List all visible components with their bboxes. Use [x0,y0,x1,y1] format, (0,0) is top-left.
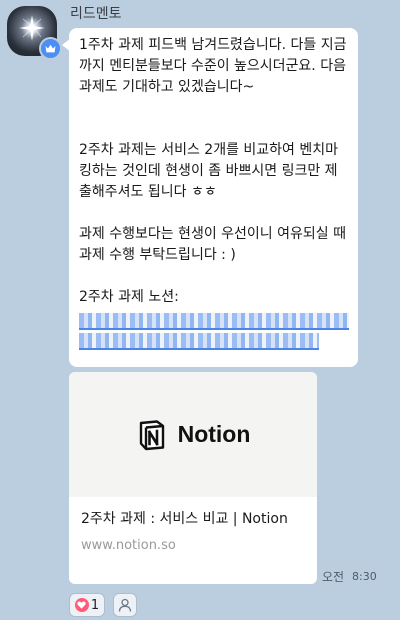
notion-logo-icon [139,419,164,450]
heart-reaction-button[interactable]: 1 [69,593,105,617]
redacted-link-line [79,333,319,350]
link-caption: 2주차 과제 노션: [79,289,179,305]
message-paragraph: 2주차 과제는 서비스 2개를 비교하여 벤치마킹하는 것인데 현생이 좀 바쁘… [79,142,339,200]
add-reaction-button[interactable] [113,593,137,617]
link-preview-image: Notion [69,372,317,497]
redacted-link[interactable] [79,309,349,353]
link-preview-card[interactable]: Notion 2주차 과제 : 서비스 비교 | Notion www.noti… [69,372,317,584]
link-preview-body: 2주차 과제 : 서비스 비교 | Notion www.notion.so [69,497,317,553]
timestamp-period: 오전 [322,570,345,584]
timestamp-time: 8:30 [352,570,377,583]
crown-badge [39,37,62,60]
sender-name: 리드멘토 [70,6,122,22]
redacted-link-line [79,313,349,330]
message-paragraph: 1주차 과제 피드백 남겨드렸습니다. 다들 지금까지 멘티분들보다 수준이 높… [79,37,351,95]
notion-brand-text: Notion [177,421,251,447]
message-paragraph: 과제 수행보다는 현생이 우선이니 여유되실 때 과제 수행 부탁드립니다 : … [79,226,351,263]
link-preview-domain: www.notion.so [81,538,176,553]
reaction-count: 1 [90,597,100,613]
person-icon [118,598,132,612]
heart-icon [74,598,89,612]
link-preview-title: 2주차 과제 : 서비스 비교 | Notion [81,511,288,527]
crown-icon [45,44,56,53]
message-bubble[interactable]: 1주차 과제 피드백 남겨드렸습니다. 다들 지금까지 멘티분들보다 수준이 높… [69,28,358,367]
